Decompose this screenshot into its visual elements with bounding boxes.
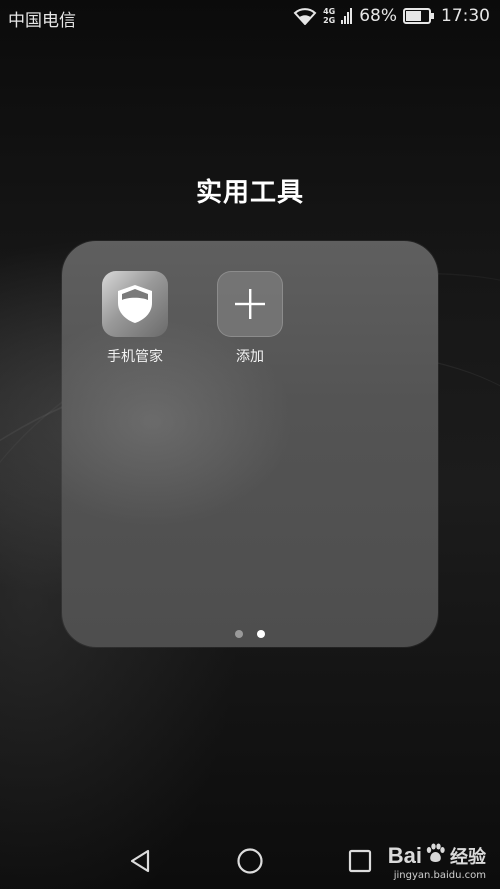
back-button[interactable] (124, 845, 156, 877)
folder-title[interactable]: 实用工具 (0, 172, 500, 209)
plus-icon[interactable] (217, 271, 283, 337)
carrier-label: 中国电信 (8, 11, 76, 31)
home-circle-icon (237, 848, 263, 874)
wifi-icon (293, 7, 317, 25)
page-dot-active[interactable] (257, 630, 265, 638)
recent-square-icon (348, 849, 372, 873)
status-icons: 4G 2G 68% 17:30 (293, 6, 490, 26)
home-screen: 中国电信 4G 2G 68% 17:30 实用工具 手机管家 添加 Bai 经验… (0, 0, 500, 889)
app-phone-manager[interactable]: 手机管家 (90, 271, 180, 366)
paw-icon (424, 842, 446, 870)
folder-panel: 手机管家 添加 (62, 241, 438, 647)
network-type-4g: 4G (323, 7, 336, 16)
clock: 17:30 (441, 6, 490, 26)
network-type-2g: 2G (323, 16, 336, 25)
signal-icon (341, 7, 353, 25)
app-label: 手机管家 (107, 349, 163, 365)
watermark-suffix: 经验 (450, 847, 486, 867)
add-app-button[interactable]: 添加 (205, 271, 295, 366)
page-dot[interactable] (235, 630, 243, 638)
watermark-url: jingyan.baidu.com (393, 870, 486, 881)
back-triangle-icon (130, 849, 150, 873)
watermark-logo: Bai 经验 (388, 842, 486, 870)
baidu-jingyan-watermark: Bai 经验 jingyan.baidu.com (388, 842, 486, 881)
battery-percent: 68% (359, 6, 397, 26)
shield-icon[interactable] (102, 271, 168, 337)
watermark-logo-text: Bai (387, 843, 422, 868)
network-type: 4G 2G (323, 7, 335, 25)
home-button[interactable] (234, 845, 266, 877)
app-label: 添加 (236, 349, 264, 365)
status-bar: 中国电信 4G 2G 68% 17:30 (0, 0, 500, 36)
page-indicator (62, 630, 438, 638)
battery-icon (403, 8, 435, 24)
recent-apps-button[interactable] (344, 845, 376, 877)
